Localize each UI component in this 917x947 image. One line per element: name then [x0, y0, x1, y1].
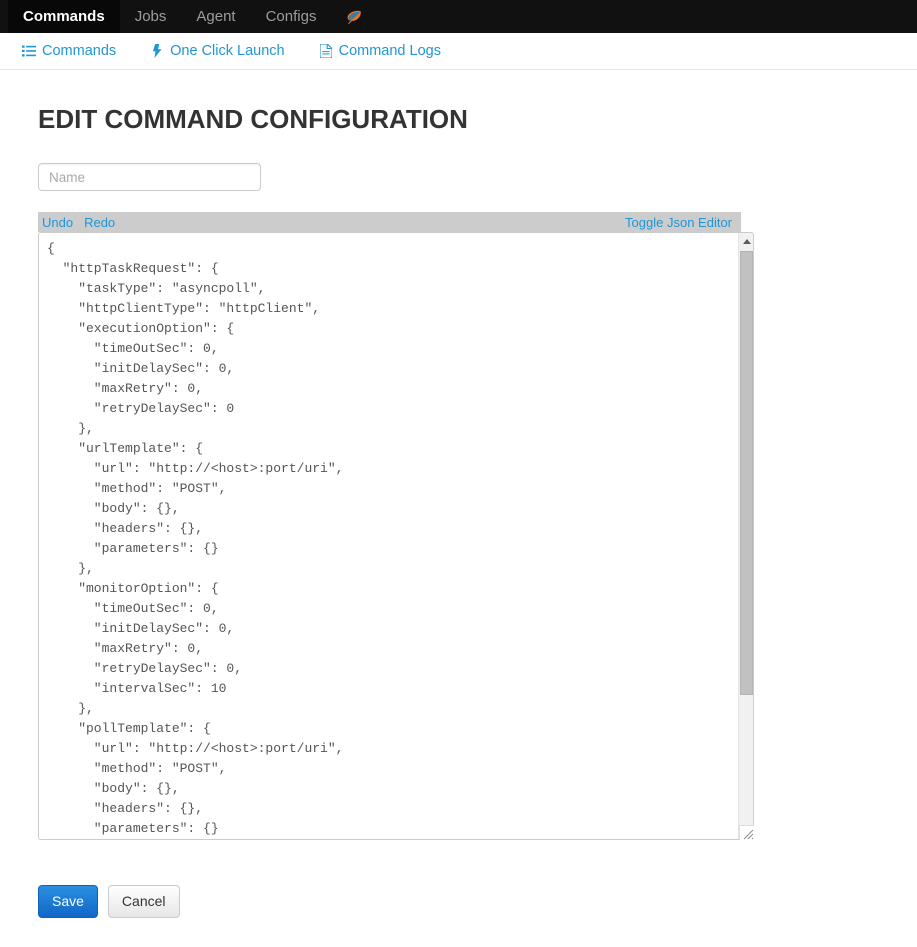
- json-editor-toolbar: Undo Redo Toggle Json Editor: [38, 212, 741, 232]
- nav-tab-jobs[interactable]: Jobs: [120, 0, 182, 33]
- nav-tab-agent-label: Agent: [196, 8, 236, 25]
- undo-button[interactable]: Undo: [42, 216, 73, 229]
- file-text-icon: [319, 44, 333, 58]
- bolt-icon: [150, 44, 164, 58]
- sub-navbar: Commands One Click Launch Command Logs: [0, 33, 917, 70]
- name-input[interactable]: [38, 163, 261, 191]
- scrollbar-thumb[interactable]: [740, 251, 753, 695]
- leaf-icon: [346, 10, 362, 24]
- list-icon: [22, 44, 36, 58]
- cancel-button[interactable]: Cancel: [107, 885, 180, 918]
- textarea-resize-handle[interactable]: [739, 825, 754, 840]
- nav-tab-configs-label: Configs: [265, 8, 317, 25]
- chevron-up-icon: [742, 238, 751, 244]
- nav-tab-configs[interactable]: Configs: [251, 0, 332, 33]
- json-textarea-container: [38, 232, 754, 840]
- toggle-json-editor-button[interactable]: Toggle Json Editor: [625, 216, 732, 229]
- scroll-up-button[interactable]: [739, 233, 753, 249]
- name-field-row: [38, 163, 879, 191]
- subnav-item-one-click-launch-label: One Click Launch: [170, 43, 285, 59]
- subnav-item-commands-label: Commands: [42, 43, 117, 59]
- form-action-buttons: Save Cancel: [38, 885, 879, 918]
- subnav-item-one-click-launch[interactable]: One Click Launch: [150, 43, 285, 59]
- redo-button[interactable]: Redo: [84, 216, 115, 229]
- brand-leaf-button[interactable]: [331, 0, 377, 33]
- subnav-item-command-logs-label: Command Logs: [338, 43, 441, 59]
- nav-tab-commands[interactable]: Commands: [8, 0, 120, 33]
- main-content: EDIT COMMAND CONFIGURATION Undo Redo Tog…: [0, 70, 917, 918]
- nav-tab-agent[interactable]: Agent: [181, 0, 250, 33]
- save-button[interactable]: Save: [38, 885, 98, 918]
- json-editor-wrapper: Undo Redo Toggle Json Editor: [38, 212, 754, 840]
- subnav-item-commands[interactable]: Commands: [22, 43, 116, 59]
- page-title: EDIT COMMAND CONFIGURATION: [38, 104, 468, 134]
- top-navbar: Commands Jobs Agent Configs: [0, 0, 917, 33]
- nav-tab-commands-label: Commands: [23, 8, 105, 25]
- nav-tab-jobs-label: Jobs: [134, 8, 167, 25]
- json-editor-textarea[interactable]: [39, 233, 739, 839]
- subnav-item-command-logs[interactable]: Command Logs: [319, 43, 441, 59]
- editor-scrollbar[interactable]: [738, 233, 753, 839]
